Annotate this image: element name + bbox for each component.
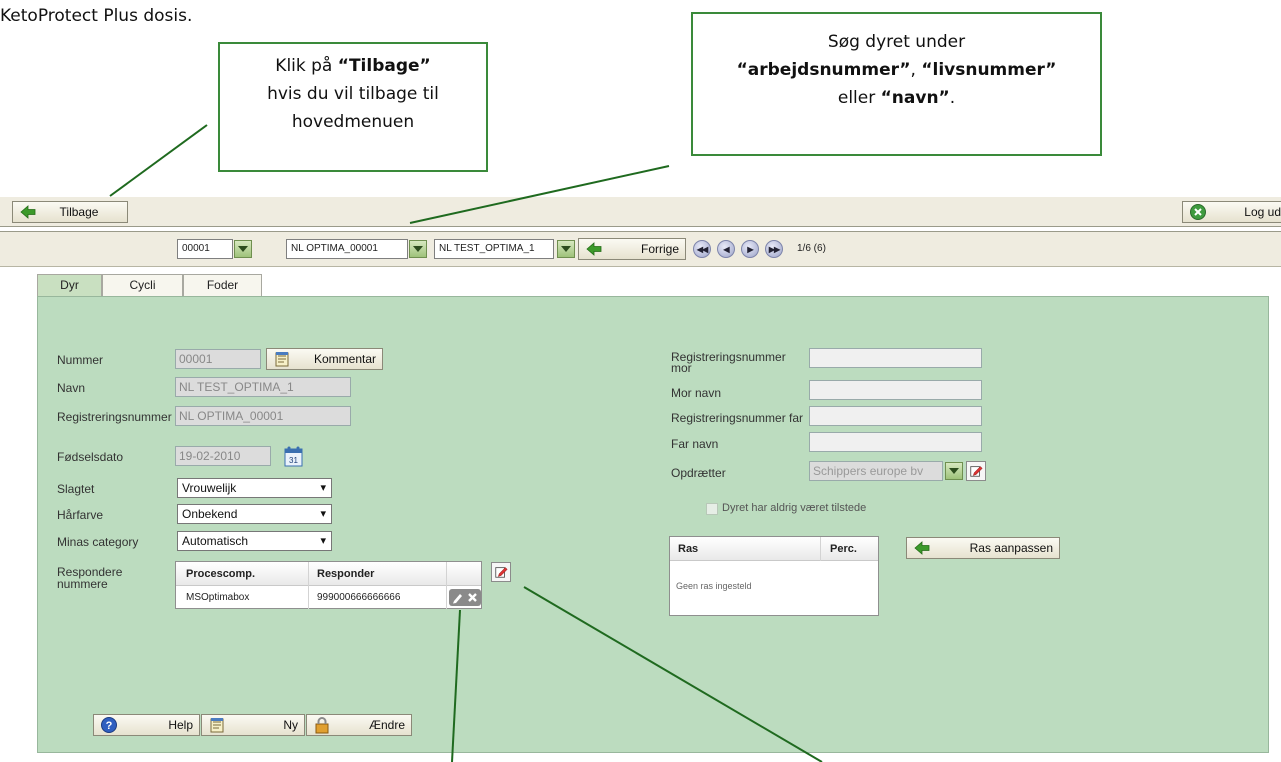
pointer-search [409, 165, 670, 224]
callout-pointer-lines [109, 124, 823, 762]
pointer-edit-button [523, 586, 823, 762]
pointer-back [109, 124, 208, 197]
pointer-row-actions [451, 609, 461, 762]
